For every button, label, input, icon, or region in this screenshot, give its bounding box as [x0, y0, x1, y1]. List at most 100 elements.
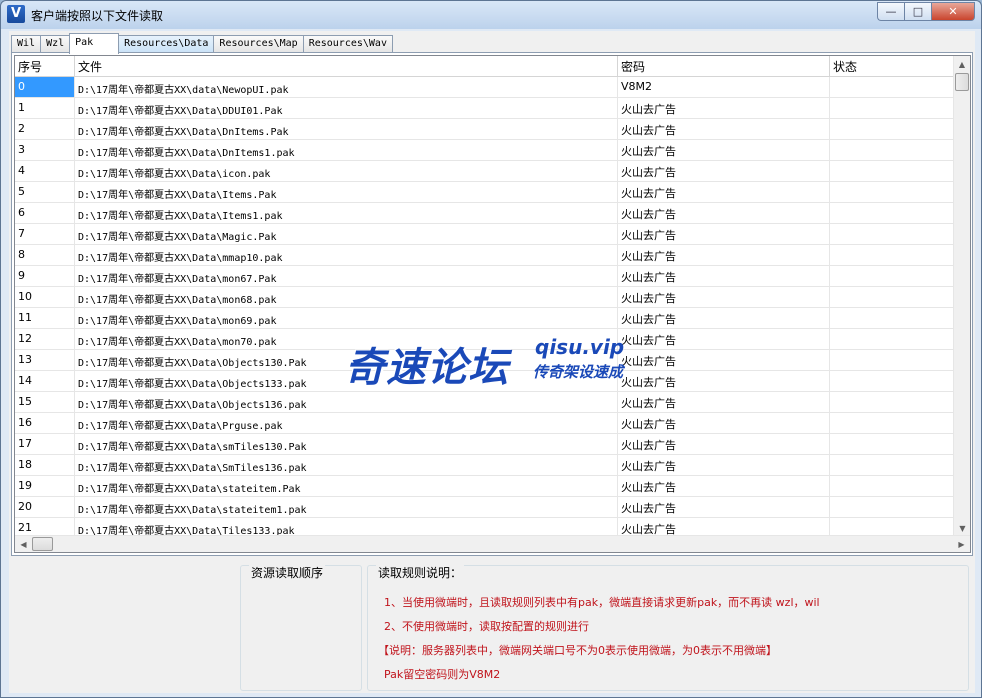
row-status-cell[interactable] [830, 98, 955, 118]
row-password-cell[interactable]: 火山去广告 [618, 371, 830, 391]
table-row[interactable]: 6 D:\17周年\帝都夏古XX\Data\Items1.pak 火山去广告 [15, 203, 955, 224]
row-status-cell[interactable] [830, 161, 955, 181]
row-file-cell[interactable]: D:\17周年\帝都夏古XX\Data\mon67.Pak [75, 266, 618, 286]
row-index-cell[interactable]: 20 [15, 497, 75, 517]
scroll-right-icon[interactable]: ▶ [953, 536, 970, 552]
row-password-cell[interactable]: 火山去广告 [618, 350, 830, 370]
vertical-scrollbar[interactable]: ▲ ▼ [953, 56, 970, 537]
row-index-cell[interactable]: 14 [15, 371, 75, 391]
row-status-cell[interactable] [830, 476, 955, 496]
row-index-cell[interactable]: 3 [15, 140, 75, 160]
table-row[interactable]: 14 D:\17周年\帝都夏古XX\Data\Objects133.pak 火山去广… [15, 371, 955, 392]
row-password-cell[interactable]: 火山去广告 [618, 245, 830, 265]
vertical-scroll-thumb[interactable] [955, 73, 969, 91]
table-row[interactable]: 2 D:\17周年\帝都夏古XX\Data\DnItems.Pak 火山去广告 [15, 119, 955, 140]
row-status-cell[interactable] [830, 350, 955, 370]
row-index-cell[interactable]: 15 [15, 392, 75, 412]
row-status-cell[interactable] [830, 182, 955, 202]
minimize-button[interactable]: — [877, 2, 904, 21]
table-row[interactable]: 19 D:\17周年\帝都夏古XX\Data\stateitem.Pak 火山去广告 [15, 476, 955, 497]
row-status-cell[interactable] [830, 203, 955, 223]
row-file-cell[interactable]: D:\17周年\帝都夏古XX\Data\mmap10.pak [75, 245, 618, 265]
row-file-cell[interactable]: D:\17周年\帝都夏古XX\Data\Items1.pak [75, 203, 618, 223]
row-status-cell[interactable] [830, 140, 955, 160]
row-password-cell[interactable]: 火山去广告 [618, 287, 830, 307]
row-file-cell[interactable]: D:\17周年\帝都夏古XX\Data\DnItems1.pak [75, 140, 618, 160]
row-file-cell[interactable]: D:\17周年\帝都夏古XX\Data\smTiles130.Pak [75, 434, 618, 454]
row-file-cell[interactable]: D:\17周年\帝都夏古XX\Data\Objects133.pak [75, 371, 618, 391]
row-index-cell[interactable]: 9 [15, 266, 75, 286]
row-password-cell[interactable]: V8M2 [618, 77, 830, 97]
row-file-cell[interactable]: D:\17周年\帝都夏古XX\Data\Magic.Pak [75, 224, 618, 244]
table-row[interactable]: 17 D:\17周年\帝都夏古XX\Data\smTiles130.Pak 火山去广… [15, 434, 955, 455]
row-file-cell[interactable]: D:\17周年\帝都夏古XX\Data\Objects136.pak [75, 392, 618, 412]
row-status-cell[interactable] [830, 434, 955, 454]
horizontal-scrollbar[interactable]: ◀ ▶ [15, 535, 970, 552]
row-file-cell[interactable]: D:\17周年\帝都夏古XX\Data\stateitem1.pak [75, 497, 618, 517]
row-index-cell[interactable]: 2 [15, 119, 75, 139]
row-status-cell[interactable] [830, 77, 955, 97]
row-status-cell[interactable] [830, 308, 955, 328]
row-file-cell[interactable]: D:\17周年\帝都夏古XX\Data\icon.pak [75, 161, 618, 181]
table-row[interactable]: 16 D:\17周年\帝都夏古XX\Data\Prguse.pak 火山去广告 [15, 413, 955, 434]
row-index-cell[interactable]: 12 [15, 329, 75, 349]
row-status-cell[interactable] [830, 455, 955, 475]
row-status-cell[interactable] [830, 266, 955, 286]
row-status-cell[interactable] [830, 287, 955, 307]
row-file-cell[interactable]: D:\17周年\帝都夏古XX\Data\DnItems.Pak [75, 119, 618, 139]
tab-resources-wav[interactable]: Resources\Wav [302, 35, 393, 53]
row-password-cell[interactable]: 火山去广告 [618, 476, 830, 496]
row-index-cell[interactable]: 0 [15, 77, 75, 97]
row-index-cell[interactable]: 10 [15, 287, 75, 307]
row-index-cell[interactable]: 19 [15, 476, 75, 496]
scroll-up-icon[interactable]: ▲ [954, 56, 970, 73]
row-password-cell[interactable]: 火山去广告 [618, 182, 830, 202]
row-password-cell[interactable]: 火山去广告 [618, 98, 830, 118]
column-header-password[interactable]: 密码 [618, 56, 830, 77]
row-status-cell[interactable] [830, 497, 955, 517]
maximize-button[interactable]: □ [904, 2, 931, 21]
table-row[interactable]: 8 D:\17周年\帝都夏古XX\Data\mmap10.pak 火山去广告 [15, 245, 955, 266]
row-password-cell[interactable]: 火山去广告 [618, 266, 830, 286]
row-index-cell[interactable]: 6 [15, 203, 75, 223]
close-button[interactable]: ✕ [931, 2, 975, 21]
tab-resources-map[interactable]: Resources\Map [213, 35, 304, 53]
row-index-cell[interactable]: 1 [15, 98, 75, 118]
row-index-cell[interactable]: 7 [15, 224, 75, 244]
row-file-cell[interactable]: D:\17周年\帝都夏古XX\Data\SmTiles136.pak [75, 455, 618, 475]
table-row[interactable]: 5 D:\17周年\帝都夏古XX\Data\Items.Pak 火山去广告 [15, 182, 955, 203]
row-password-cell[interactable]: 火山去广告 [618, 413, 830, 433]
column-header-file[interactable]: 文件 [75, 56, 618, 77]
row-status-cell[interactable] [830, 413, 955, 433]
row-password-cell[interactable]: 火山去广告 [618, 392, 830, 412]
table-row[interactable]: 20 D:\17周年\帝都夏古XX\Data\stateitem1.pak 火山去广… [15, 497, 955, 518]
row-file-cell[interactable]: D:\17周年\帝都夏古XX\Data\Objects130.Pak [75, 350, 618, 370]
row-status-cell[interactable] [830, 392, 955, 412]
row-password-cell[interactable]: 火山去广告 [618, 119, 830, 139]
table-row[interactable]: 0 D:\17周年\帝都夏古XX\data\NewopUI.pak V8M2 [15, 77, 955, 98]
tab-pak[interactable]: Pak [69, 33, 120, 54]
row-file-cell[interactable]: D:\17周年\帝都夏古XX\data\NewopUI.pak [75, 77, 618, 97]
table-row[interactable]: 7 D:\17周年\帝都夏古XX\Data\Magic.Pak 火山去广告 [15, 224, 955, 245]
row-password-cell[interactable]: 火山去广告 [618, 497, 830, 517]
row-file-cell[interactable]: D:\17周年\帝都夏古XX\Data\Prguse.pak [75, 413, 618, 433]
table-row[interactable]: 9 D:\17周年\帝都夏古XX\Data\mon67.Pak 火山去广告 [15, 266, 955, 287]
row-password-cell[interactable]: 火山去广告 [618, 434, 830, 454]
title-bar[interactable]: V 客户端按照以下文件读取 — □ ✕ [1, 1, 981, 29]
row-index-cell[interactable]: 18 [15, 455, 75, 475]
row-status-cell[interactable] [830, 329, 955, 349]
row-file-cell[interactable]: D:\17周年\帝都夏古XX\Data\stateitem.Pak [75, 476, 618, 496]
row-index-cell[interactable]: 17 [15, 434, 75, 454]
row-file-cell[interactable]: D:\17周年\帝都夏古XX\Data\mon68.pak [75, 287, 618, 307]
row-password-cell[interactable]: 火山去广告 [618, 308, 830, 328]
row-password-cell[interactable]: 火山去广告 [618, 161, 830, 181]
row-password-cell[interactable]: 火山去广告 [618, 203, 830, 223]
row-status-cell[interactable] [830, 245, 955, 265]
row-index-cell[interactable]: 4 [15, 161, 75, 181]
table-row[interactable]: 15 D:\17周年\帝都夏古XX\Data\Objects136.pak 火山去广… [15, 392, 955, 413]
row-index-cell[interactable]: 8 [15, 245, 75, 265]
table-row[interactable]: 13 D:\17周年\帝都夏古XX\Data\Objects130.Pak 火山去广… [15, 350, 955, 371]
tab-resources-data[interactable]: Resources\Data [118, 35, 215, 53]
row-index-cell[interactable]: 16 [15, 413, 75, 433]
row-password-cell[interactable]: 火山去广告 [618, 140, 830, 160]
